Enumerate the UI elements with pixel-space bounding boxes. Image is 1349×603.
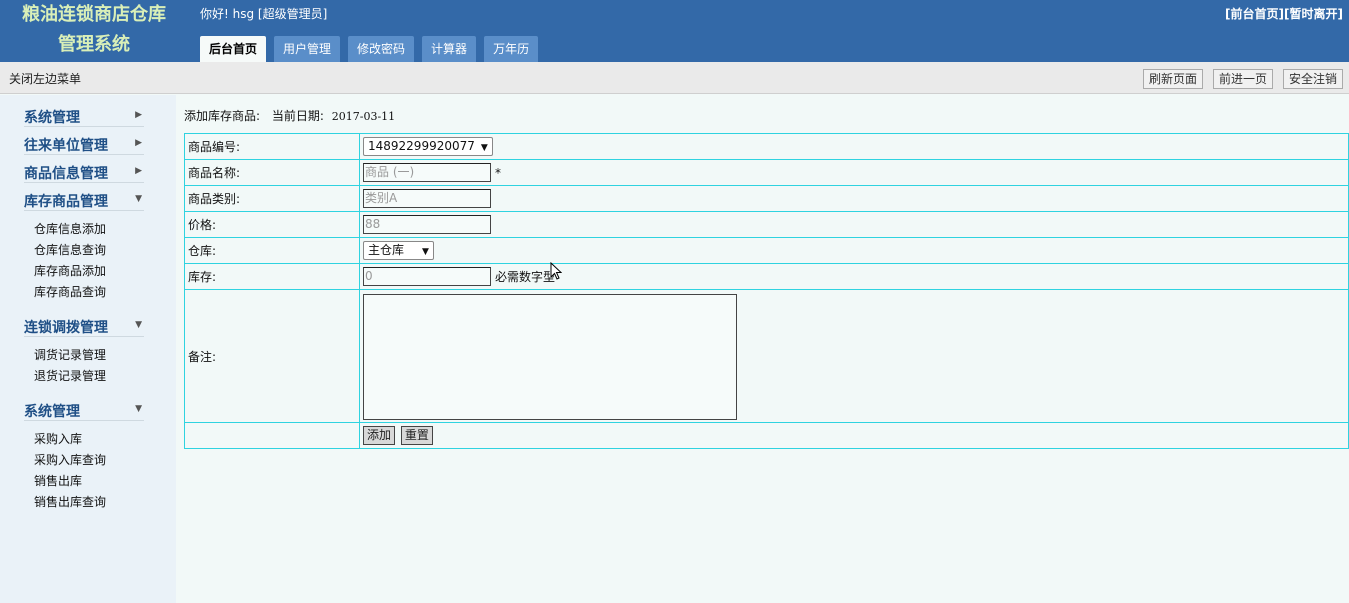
form-row: 商品名称: 商品 (一) * xyxy=(184,159,1349,186)
empty-cell xyxy=(184,422,360,449)
sidebar-group-label: 商品信息管理 xyxy=(24,166,108,182)
sidebar-group-label: 系统管理 xyxy=(24,110,80,126)
field-cell: 主仓库 ▼ xyxy=(359,237,1349,264)
triangle-down-icon: ▼ xyxy=(135,320,142,330)
tab-calculator[interactable]: 计算器 xyxy=(422,36,477,62)
triangle-down-icon: ▼ xyxy=(135,194,142,204)
top-links: [前台首页][暂时离开] xyxy=(1225,5,1343,22)
refresh-page-button[interactable]: 刷新页面 xyxy=(1142,69,1203,89)
field-cell: 14892299920077 ▼ xyxy=(359,133,1349,160)
field-label: 库存: xyxy=(184,263,360,290)
link-frontpage[interactable]: [前台首页] xyxy=(1225,7,1284,21)
caret-down-icon: ▼ xyxy=(480,143,488,153)
field-label: 价格: xyxy=(184,211,360,238)
sidebar-group-partners[interactable]: 往来单位管理 ▶ xyxy=(24,127,144,155)
triangle-down-icon: ▼ xyxy=(135,404,142,414)
product-name-input[interactable]: 商品 (一) xyxy=(363,163,491,182)
sidebar-submenu-inventory: 仓库信息添加 仓库信息查询 库存商品添加 库存商品查询 xyxy=(0,211,176,309)
form-row: 价格: 88 xyxy=(184,211,1349,238)
sidebar-group-system-2[interactable]: 系统管理 ▼ xyxy=(24,393,144,421)
category-input[interactable]: 类别A xyxy=(363,189,491,208)
product-code-select[interactable]: 14892299920077 ▼ xyxy=(363,137,493,156)
price-input[interactable]: 88 xyxy=(363,215,491,234)
form-row: 商品编号: 14892299920077 ▼ xyxy=(184,133,1349,160)
remark-textarea[interactable] xyxy=(363,294,737,420)
form-row: 备注: xyxy=(184,289,1349,423)
sidebar-item-purchase-in[interactable]: 采购入库 xyxy=(34,429,176,450)
sidebar-submenu-transfer: 调货记录管理 退货记录管理 xyxy=(0,337,176,393)
field-label: 仓库: xyxy=(184,237,360,264)
tab-calendar[interactable]: 万年历 xyxy=(484,36,539,62)
sidebar-group-label: 连锁调拨管理 xyxy=(24,320,108,336)
sidebar-group-transfer[interactable]: 连锁调拨管理 ▼ xyxy=(24,309,144,337)
page-title-text: 添加库存商品: xyxy=(184,109,261,123)
toolbar-buttons: 刷新页面 前进一页 安全注销 xyxy=(1142,69,1343,89)
close-left-menu-link[interactable]: 关闭左边菜单 xyxy=(9,70,81,87)
field-cell: 88 xyxy=(359,211,1349,238)
caret-down-icon: ▼ xyxy=(422,247,429,257)
field-cell: 商品 (一) * xyxy=(359,159,1349,186)
date-value: 2017-03-11 xyxy=(331,110,396,123)
header-bar: 粮油连锁商店仓库 管理系统 你好! hsg [超级管理员] [前台首页][暂时离开… xyxy=(0,0,1349,62)
sidebar-item-transfer-records[interactable]: 调货记录管理 xyxy=(34,345,176,366)
form-row: 仓库: 主仓库 ▼ xyxy=(184,237,1349,264)
field-label: 商品名称: xyxy=(184,159,360,186)
stock-input[interactable]: 0 xyxy=(363,267,491,286)
add-stock-form: 商品编号: 14892299920077 ▼ 商品名称: 商品 (一) * 商品类别… xyxy=(184,133,1349,449)
triangle-right-icon: ▶ xyxy=(135,166,142,176)
tab-change-password[interactable]: 修改密码 xyxy=(348,36,415,62)
sidebar-group-system[interactable]: 系统管理 ▶ xyxy=(24,99,144,127)
sidebar-item-purchase-in-query[interactable]: 采购入库查询 xyxy=(34,450,176,471)
app-title: 粮油连锁商店仓库 管理系统 xyxy=(22,4,166,55)
toolbar: 关闭左边菜单 刷新页面 前进一页 安全注销 xyxy=(0,62,1349,94)
sidebar-item-warehouse-add[interactable]: 仓库信息添加 xyxy=(34,219,176,240)
required-mark: * xyxy=(495,165,501,180)
date-label: 当前日期: xyxy=(271,109,324,123)
greeting-text: 你好! hsg [超级管理员] xyxy=(200,7,328,21)
main-content: 添加库存商品: 当前日期: 2017-03-11 商品编号: 148922999… xyxy=(176,95,1349,603)
forward-page-button[interactable]: 前进一页 xyxy=(1212,69,1273,89)
link-leave[interactable]: [暂时离开] xyxy=(1284,7,1343,21)
sidebar-group-label: 库存商品管理 xyxy=(24,194,108,210)
add-button[interactable]: 添加 xyxy=(363,426,396,445)
sidebar-group-label: 系统管理 xyxy=(24,404,80,420)
triangle-right-icon: ▶ xyxy=(135,138,142,148)
field-cell: 添加 重置 xyxy=(359,422,1349,449)
product-code-value: 14892299920077 xyxy=(368,139,475,153)
sidebar-submenu-system: 采购入库 采购入库查询 销售出库 销售出库查询 xyxy=(0,421,176,519)
field-cell: 0 必需数字型 xyxy=(359,263,1349,290)
field-cell: 类别A xyxy=(359,185,1349,212)
tab-user-management[interactable]: 用户管理 xyxy=(274,36,341,62)
field-label: 备注: xyxy=(184,289,360,423)
stock-hint: 必需数字型 xyxy=(495,270,556,284)
sidebar-item-stock-add[interactable]: 库存商品添加 xyxy=(34,261,176,282)
field-label: 商品类别: xyxy=(184,185,360,212)
sidebar-item-return-records[interactable]: 退货记录管理 xyxy=(34,366,176,387)
form-row: 添加 重置 xyxy=(184,422,1349,449)
sidebar: 系统管理 ▶ 往来单位管理 ▶ 商品信息管理 ▶ 库存商品管理 ▼ 仓库信息添加… xyxy=(0,95,176,603)
form-row: 库存: 0 必需数字型 xyxy=(184,263,1349,290)
triangle-right-icon: ▶ xyxy=(135,110,142,120)
logout-button[interactable]: 安全注销 xyxy=(1282,69,1343,89)
field-label: 商品编号: xyxy=(184,133,360,160)
sidebar-item-sales-out[interactable]: 销售出库 xyxy=(34,471,176,492)
warehouse-value: 主仓库 xyxy=(368,243,405,257)
sidebar-group-inventory[interactable]: 库存商品管理 ▼ xyxy=(24,183,144,211)
field-cell xyxy=(359,289,1349,423)
tab-admin-home[interactable]: 后台首页 xyxy=(200,36,267,62)
nav-tabs: 后台首页 用户管理 修改密码 计算器 万年历 xyxy=(200,36,539,62)
reset-button[interactable]: 重置 xyxy=(400,426,433,445)
sidebar-item-stock-query[interactable]: 库存商品查询 xyxy=(34,282,176,303)
sidebar-group-product-info[interactable]: 商品信息管理 ▶ xyxy=(24,155,144,183)
form-row: 商品类别: 类别A xyxy=(184,185,1349,212)
sidebar-item-warehouse-query[interactable]: 仓库信息查询 xyxy=(34,240,176,261)
sidebar-group-label: 往来单位管理 xyxy=(24,138,108,154)
mouse-cursor-icon xyxy=(550,262,562,280)
page-title: 添加库存商品: 当前日期: 2017-03-11 xyxy=(184,107,395,124)
sidebar-item-sales-out-query[interactable]: 销售出库查询 xyxy=(34,492,176,513)
warehouse-select[interactable]: 主仓库 ▼ xyxy=(363,241,434,260)
